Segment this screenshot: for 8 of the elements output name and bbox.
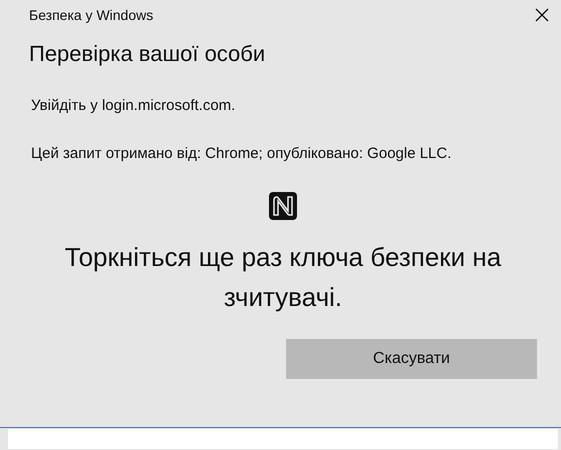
message-text: Увійдіть у login.microsoft.com.: [30, 96, 236, 116]
window-title: Безпека у Windows: [29, 7, 154, 23]
prompt-text: Торкніться ще раз ключа безпеки на зчитувачі.: [64, 241, 502, 314]
message-text: Цей запит отримано від: Chrome; опубліковано: Google LLC.: [30, 144, 452, 164]
close-icon: [535, 8, 549, 22]
nfc-icon: [269, 192, 297, 220]
dialog-heading: Перевірка вашої особи: [29, 40, 266, 68]
cancel-button[interactable]: Скасувати: [286, 339, 537, 379]
